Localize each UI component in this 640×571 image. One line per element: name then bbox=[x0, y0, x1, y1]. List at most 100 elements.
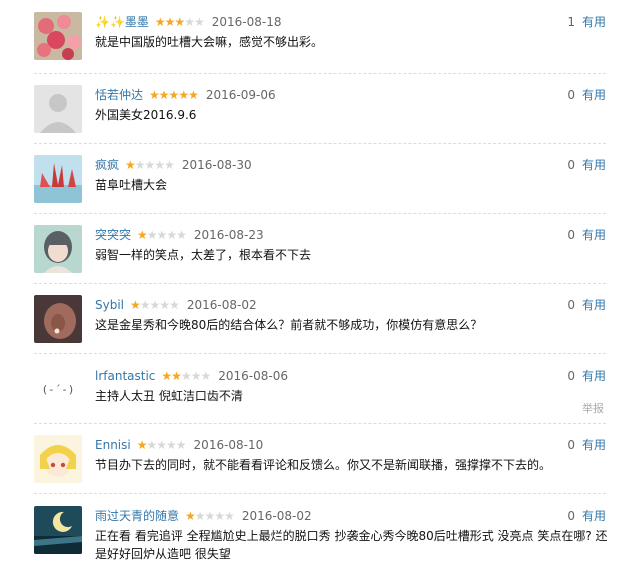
vote-count: 0 bbox=[567, 509, 575, 523]
star-empty-icon: ★ bbox=[193, 15, 205, 29]
star-filled-icon: ★ bbox=[171, 369, 182, 383]
star-filled-icon: ★ bbox=[161, 369, 172, 383]
star-empty-icon: ★ bbox=[175, 438, 187, 452]
star-empty-icon: ★ bbox=[146, 438, 157, 452]
username-link[interactable]: 恬若仲达 bbox=[95, 88, 143, 102]
rating-stars: ★★★★★ bbox=[137, 226, 187, 244]
rating-stars: ★★★★★ bbox=[161, 367, 211, 385]
username-link[interactable]: 雨过天青的随意 bbox=[95, 509, 179, 523]
review-date: 2016-09-06 bbox=[205, 88, 276, 102]
vote-count: 0 bbox=[567, 158, 575, 172]
avatar[interactable] bbox=[34, 12, 82, 60]
avatar[interactable] bbox=[34, 506, 82, 554]
useful-button[interactable]: 有用 bbox=[582, 158, 606, 172]
star-empty-icon: ★ bbox=[166, 438, 177, 452]
useful-button[interactable]: 有用 bbox=[582, 15, 606, 29]
star-empty-icon: ★ bbox=[169, 298, 180, 312]
star-empty-icon: ★ bbox=[176, 228, 187, 242]
review-text: 弱智一样的笑点，太差了，根本看不下去 bbox=[95, 248, 312, 262]
username-link[interactable]: lrfantastic bbox=[95, 369, 155, 383]
review-date: 2016-08-18 bbox=[211, 15, 282, 29]
star-empty-icon: ★ bbox=[156, 438, 167, 452]
avatar[interactable] bbox=[34, 295, 82, 343]
divider bbox=[34, 493, 606, 494]
star-empty-icon: ★ bbox=[164, 158, 175, 172]
useful-button[interactable]: 有用 bbox=[582, 88, 606, 102]
review-date: 2016-08-30 bbox=[181, 158, 252, 172]
rating-stars: ★★★★★ bbox=[125, 156, 175, 174]
vote-area: 0 有用 bbox=[567, 367, 606, 385]
username-link[interactable]: Ennisi bbox=[95, 438, 131, 452]
review-date: 2016-08-06 bbox=[218, 369, 288, 383]
star-filled-icon: ★ bbox=[188, 88, 199, 102]
star-empty-icon: ★ bbox=[194, 509, 206, 523]
divider bbox=[34, 353, 606, 354]
divider bbox=[34, 283, 606, 284]
vote-area: 0 有用 bbox=[567, 156, 606, 174]
review-list: ✨✨墨墨 ★★★★★ 2016-08-18 1 有用 就是中国版的吐槽大会嘛，感觉不够… bbox=[0, 0, 640, 571]
username-link[interactable]: ✨✨墨墨 bbox=[95, 15, 149, 29]
star-empty-icon: ★ bbox=[204, 509, 216, 523]
avatar[interactable] bbox=[34, 85, 82, 133]
star-empty-icon: ★ bbox=[159, 298, 170, 312]
divider bbox=[34, 143, 606, 144]
useful-button[interactable]: 有用 bbox=[582, 438, 606, 452]
star-filled-icon: ★ bbox=[130, 298, 141, 312]
avatar[interactable] bbox=[34, 435, 82, 483]
report-link[interactable]: 举报 bbox=[582, 400, 604, 416]
useful-button[interactable]: 有用 bbox=[582, 298, 606, 312]
vote-area: 0 有用 bbox=[567, 86, 606, 104]
star-filled-icon: ★ bbox=[174, 15, 185, 29]
star-filled-icon: ★ bbox=[149, 88, 160, 102]
star-filled-icon: ★ bbox=[158, 88, 170, 102]
star-filled-icon: ★ bbox=[125, 158, 136, 172]
divider bbox=[34, 423, 606, 424]
review-date: 2016-08-02 bbox=[241, 509, 312, 523]
review-text: 主持人太丑 倪虹洁口齿不清 bbox=[95, 389, 243, 403]
avatar-text: (-´-) bbox=[41, 383, 75, 396]
star-empty-icon: ★ bbox=[134, 158, 146, 172]
rating-stars: ★★★★★ bbox=[149, 86, 199, 104]
star-empty-icon: ★ bbox=[149, 298, 161, 312]
review-date: 2016-08-23 bbox=[193, 228, 264, 242]
username-link[interactable]: Sybil bbox=[95, 298, 124, 312]
star-empty-icon: ★ bbox=[166, 228, 177, 242]
star-empty-icon: ★ bbox=[144, 158, 156, 172]
vote-count: 0 bbox=[567, 88, 575, 102]
avatar[interactable] bbox=[34, 225, 82, 273]
vote-count: 0 bbox=[567, 228, 575, 242]
vote-area: 0 有用 bbox=[567, 436, 606, 454]
rating-stars: ★★★★★ bbox=[185, 507, 235, 525]
username-link[interactable]: 疯疯 bbox=[95, 158, 119, 172]
avatar[interactable]: (-´-) bbox=[34, 366, 82, 414]
rating-stars: ★★★★★ bbox=[154, 13, 205, 31]
review-date: 2016-08-10 bbox=[193, 438, 264, 452]
useful-button[interactable]: 有用 bbox=[582, 228, 606, 242]
review-text: 这是金星秀和今晚80后的结合体么？前者就不够成功，你模仿有意思么？ bbox=[95, 318, 483, 332]
review-text: 外国美女2016.9.6 bbox=[95, 108, 197, 122]
divider bbox=[34, 73, 606, 74]
vote-area: 0 有用 bbox=[567, 226, 606, 244]
star-empty-icon: ★ bbox=[156, 228, 168, 242]
star-filled-icon: ★ bbox=[137, 228, 148, 242]
star-empty-icon: ★ bbox=[214, 509, 225, 523]
vote-count: 0 bbox=[567, 298, 575, 312]
star-empty-icon: ★ bbox=[180, 369, 192, 383]
useful-button[interactable]: 有用 bbox=[582, 369, 606, 383]
avatar[interactable] bbox=[34, 155, 82, 203]
username-link[interactable]: 突突突 bbox=[95, 228, 131, 242]
star-empty-icon: ★ bbox=[190, 369, 202, 383]
star-empty-icon: ★ bbox=[146, 228, 158, 242]
star-empty-icon: ★ bbox=[184, 15, 195, 29]
review-text: 节目办下去的同时，就不能看看评论和反馈么。你又不是新闻联播，强撑撑不下去的。 bbox=[95, 458, 552, 472]
divider bbox=[34, 213, 606, 214]
vote-count: 1 bbox=[567, 15, 575, 29]
review-text: 苗阜吐槽大会 bbox=[95, 178, 168, 192]
vote-area: 1 有用 bbox=[567, 13, 606, 31]
star-filled-icon: ★ bbox=[178, 88, 189, 102]
rating-stars: ★★★★★ bbox=[137, 436, 187, 454]
rating-stars: ★★★★★ bbox=[130, 296, 180, 314]
useful-button[interactable]: 有用 bbox=[582, 509, 606, 523]
star-filled-icon: ★ bbox=[154, 15, 166, 29]
vote-count: 0 bbox=[567, 369, 575, 383]
